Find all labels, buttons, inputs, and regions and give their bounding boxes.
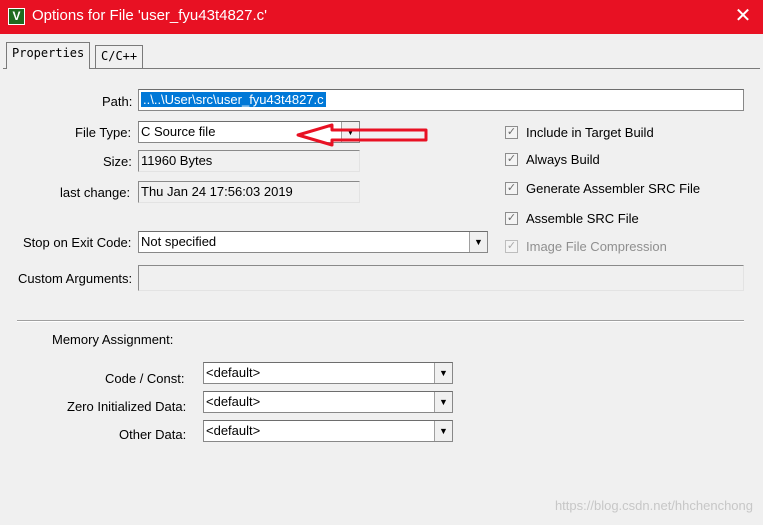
check-icon: ✓ — [505, 212, 518, 225]
path-field[interactable]: ..\..\User\src\user_fyu43t4827.c — [138, 89, 744, 111]
memory-assignment-heading: Memory Assignment: — [52, 332, 174, 347]
annotation-arrow — [296, 123, 428, 147]
tab-panel-border — [3, 68, 760, 69]
check-icon: ✓ — [505, 240, 518, 253]
assemble-src-file-label: Assemble SRC File — [526, 211, 639, 226]
file-type-label: File Type: — [75, 125, 132, 140]
custom-args-label: Custom Arguments: — [18, 271, 133, 286]
zero-init-dropdown[interactable]: <default> ▼ — [203, 391, 453, 413]
code-const-value: <default> — [206, 365, 261, 380]
path-label: Path: — [102, 94, 133, 109]
stop-on-exit-label: Stop on Exit Code: — [23, 235, 132, 250]
custom-args-field[interactable] — [138, 265, 744, 291]
generate-assembler-src-label: Generate Assembler SRC File — [526, 181, 701, 196]
code-const-dropdown[interactable]: <default> ▼ — [203, 362, 453, 384]
app-icon: V — [8, 8, 25, 25]
include-in-target-build-label: Include in Target Build — [526, 125, 654, 140]
check-icon: ✓ — [505, 126, 518, 139]
window-title: Options for File 'user_fyu43t4827.c' — [32, 7, 268, 24]
chevron-down-icon[interactable]: ▼ — [434, 363, 452, 383]
last-change-field: Thu Jan 24 17:56:03 2019 — [138, 181, 360, 203]
path-value: ..\..\User\src\user_fyu43t4827.c — [141, 92, 326, 107]
watermark: https://blog.csdn.net/hhchenchong — [554, 498, 753, 513]
group-separator — [17, 320, 744, 322]
zero-init-label: Zero Initialized Data: — [67, 399, 187, 414]
zero-init-value: <default> — [206, 394, 261, 409]
code-const-label: Code / Const: — [105, 371, 185, 386]
chevron-down-icon[interactable]: ▼ — [469, 232, 487, 252]
other-data-label: Other Data: — [119, 427, 187, 442]
check-icon: ✓ — [505, 153, 518, 166]
title-bar: V Options for File 'user_fyu43t4827.c' ✕ — [0, 0, 763, 34]
size-value: 11960 Bytes — [141, 153, 213, 168]
tab-c-cpp[interactable]: C/C++ — [95, 45, 144, 69]
other-data-value: <default> — [206, 423, 261, 438]
image-file-compression-label: Image File Compression — [526, 239, 667, 254]
size-field: 11960 Bytes — [138, 150, 360, 172]
check-icon: ✓ — [505, 182, 518, 195]
stop-on-exit-dropdown[interactable]: Not specified ▼ — [138, 231, 488, 253]
tab-properties[interactable]: Properties — [6, 42, 91, 69]
close-button[interactable]: ✕ — [723, 0, 763, 34]
last-change-value: Thu Jan 24 17:56:03 2019 — [141, 184, 293, 199]
file-type-value: C Source file — [141, 124, 216, 139]
chevron-down-icon[interactable]: ▼ — [434, 421, 452, 441]
always-build-label: Always Build — [526, 152, 600, 167]
last-change-label: last change: — [60, 185, 131, 200]
stop-on-exit-value: Not specified — [141, 234, 217, 249]
chevron-down-icon[interactable]: ▼ — [434, 392, 452, 412]
size-label: Size: — [103, 154, 132, 169]
other-data-dropdown[interactable]: <default> ▼ — [203, 420, 453, 442]
